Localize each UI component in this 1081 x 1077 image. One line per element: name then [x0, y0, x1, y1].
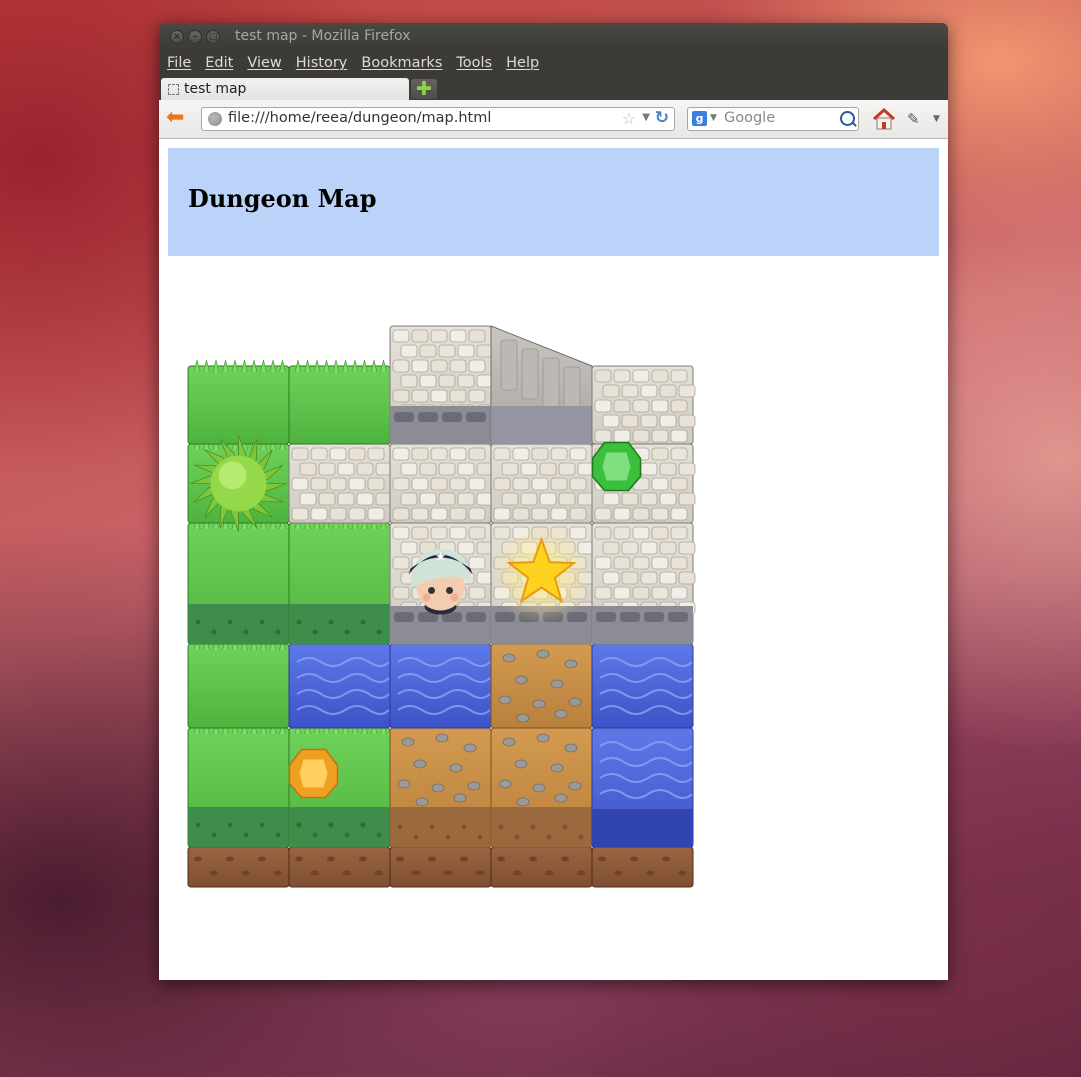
earth-speck: [226, 856, 234, 862]
map-tile-grass: [187, 721, 290, 848]
earth-speck: [258, 856, 266, 862]
earth-speck: [561, 856, 569, 862]
page-content: Dungeon Map ★: [159, 139, 948, 980]
earth-speck: [295, 856, 303, 862]
url-text[interactable]: file:///home/reea/dungeon/map.html: [228, 110, 491, 126]
menu-bar: File Edit View History Bookmarks Tools H…: [159, 50, 948, 76]
earth-tile: [187, 846, 290, 888]
earth-speck: [210, 870, 218, 876]
earth-tile: [490, 846, 593, 888]
map-tile-water: [591, 643, 694, 729]
earth-speck: [460, 856, 468, 862]
earth-speck: [646, 870, 654, 876]
back-arrow-icon[interactable]: ⬅: [166, 107, 184, 129]
earth-tile: [288, 846, 391, 888]
minimize-window-button[interactable]: –: [188, 30, 202, 44]
earth-speck: [274, 870, 282, 876]
map-tile-stone: [288, 443, 393, 524]
map-tile-grass: [288, 516, 391, 645]
earth-speck: [662, 856, 670, 862]
map-tile-dirt: [490, 643, 593, 729]
search-icon[interactable]: [840, 111, 855, 126]
window-title: test map - Mozilla Firefox: [235, 28, 411, 44]
earth-speck: [444, 870, 452, 876]
earth-tile: [591, 846, 694, 888]
search-input[interactable]: [724, 110, 834, 126]
menu-tools[interactable]: Tools: [456, 55, 492, 71]
earth-speck: [343, 870, 351, 876]
menu-help[interactable]: Help: [506, 55, 539, 71]
home-icon[interactable]: [871, 107, 897, 131]
bookmark-star-icon[interactable]: ☆: [622, 109, 636, 128]
earth-speck: [513, 870, 521, 876]
earth-speck: [630, 856, 638, 862]
earth-speck: [614, 870, 622, 876]
earth-speck: [311, 870, 319, 876]
earth-speck: [545, 870, 553, 876]
earth-speck: [428, 856, 436, 862]
earth-speck: [577, 870, 585, 876]
earth-speck: [529, 856, 537, 862]
tab-test-map[interactable]: test map: [161, 78, 409, 100]
menu-file[interactable]: File: [167, 55, 191, 71]
map-tile-grass: [288, 359, 391, 445]
maximize-window-button[interactable]: □: [206, 30, 220, 44]
menu-view[interactable]: View: [247, 55, 281, 71]
map-tile-stone: [591, 522, 696, 645]
dungeon-map: ★: [187, 325, 696, 888]
tools-dropdown-icon[interactable]: ▼: [933, 114, 940, 124]
url-bar[interactable]: file:///home/reea/dungeon/map.html ☆ ▼ ↻: [201, 107, 675, 131]
new-tab-button[interactable]: ✚: [411, 79, 437, 99]
blank-page-icon: [168, 83, 179, 95]
search-engine-icon[interactable]: g: [692, 111, 707, 126]
earth-speck: [678, 870, 686, 876]
tree-icon: [190, 435, 287, 532]
url-dropdown-icon[interactable]: ▼: [642, 112, 650, 123]
tab-strip: test map ✚: [159, 76, 948, 100]
map-tile-dirt: [389, 727, 492, 848]
map-tile-stone-ramp: [490, 325, 593, 445]
close-window-button[interactable]: ×: [170, 30, 184, 44]
earth-speck: [412, 870, 420, 876]
map-tile-water: [288, 643, 391, 729]
map-tile-water: [591, 727, 694, 848]
svg-text:★: ★: [435, 550, 446, 564]
earth-speck: [476, 870, 484, 876]
earth-speck: [375, 870, 383, 876]
earth-speck: [327, 856, 335, 862]
menu-history[interactable]: History: [296, 55, 348, 71]
map-tile-stone: [389, 443, 494, 524]
browser-window: × – □ test map - Mozilla Firefox File Ed…: [159, 23, 948, 980]
map-tile-grass: [187, 637, 290, 729]
green-gem-icon: [591, 441, 642, 492]
earth-speck: [359, 856, 367, 862]
map-tile-dirt: [490, 727, 593, 848]
map-tile-grass: [187, 359, 290, 445]
menu-bookmarks[interactable]: Bookmarks: [361, 55, 442, 71]
reload-icon[interactable]: ↻: [655, 108, 669, 128]
map-tile-water: [389, 643, 492, 729]
orange-gem-icon: [288, 748, 339, 799]
earth-speck: [598, 856, 606, 862]
title-bar: × – □ test map - Mozilla Firefox: [159, 23, 948, 50]
navigation-toolbar: ⬅ file:///home/reea/dungeon/map.html ☆ ▼…: [159, 100, 948, 139]
map-tile-stone: [490, 443, 595, 524]
earth-speck: [497, 856, 505, 862]
map-tile-stone: [389, 325, 494, 445]
star-icon: [491, 523, 592, 624]
earth-speck: [194, 856, 202, 862]
tab-label: test map: [184, 81, 247, 97]
earth-speck: [242, 870, 250, 876]
search-engine-dropdown-icon[interactable]: ▼: [710, 113, 717, 123]
map-tile-grass: [187, 516, 290, 645]
earth-tile: [389, 846, 492, 888]
eyedropper-icon[interactable]: ✎: [907, 110, 920, 128]
menu-edit[interactable]: Edit: [205, 55, 233, 71]
map-tile-stone: [591, 365, 696, 445]
search-box[interactable]: g ▼: [687, 107, 859, 131]
globe-icon: [208, 112, 222, 126]
earth-speck: [396, 856, 404, 862]
